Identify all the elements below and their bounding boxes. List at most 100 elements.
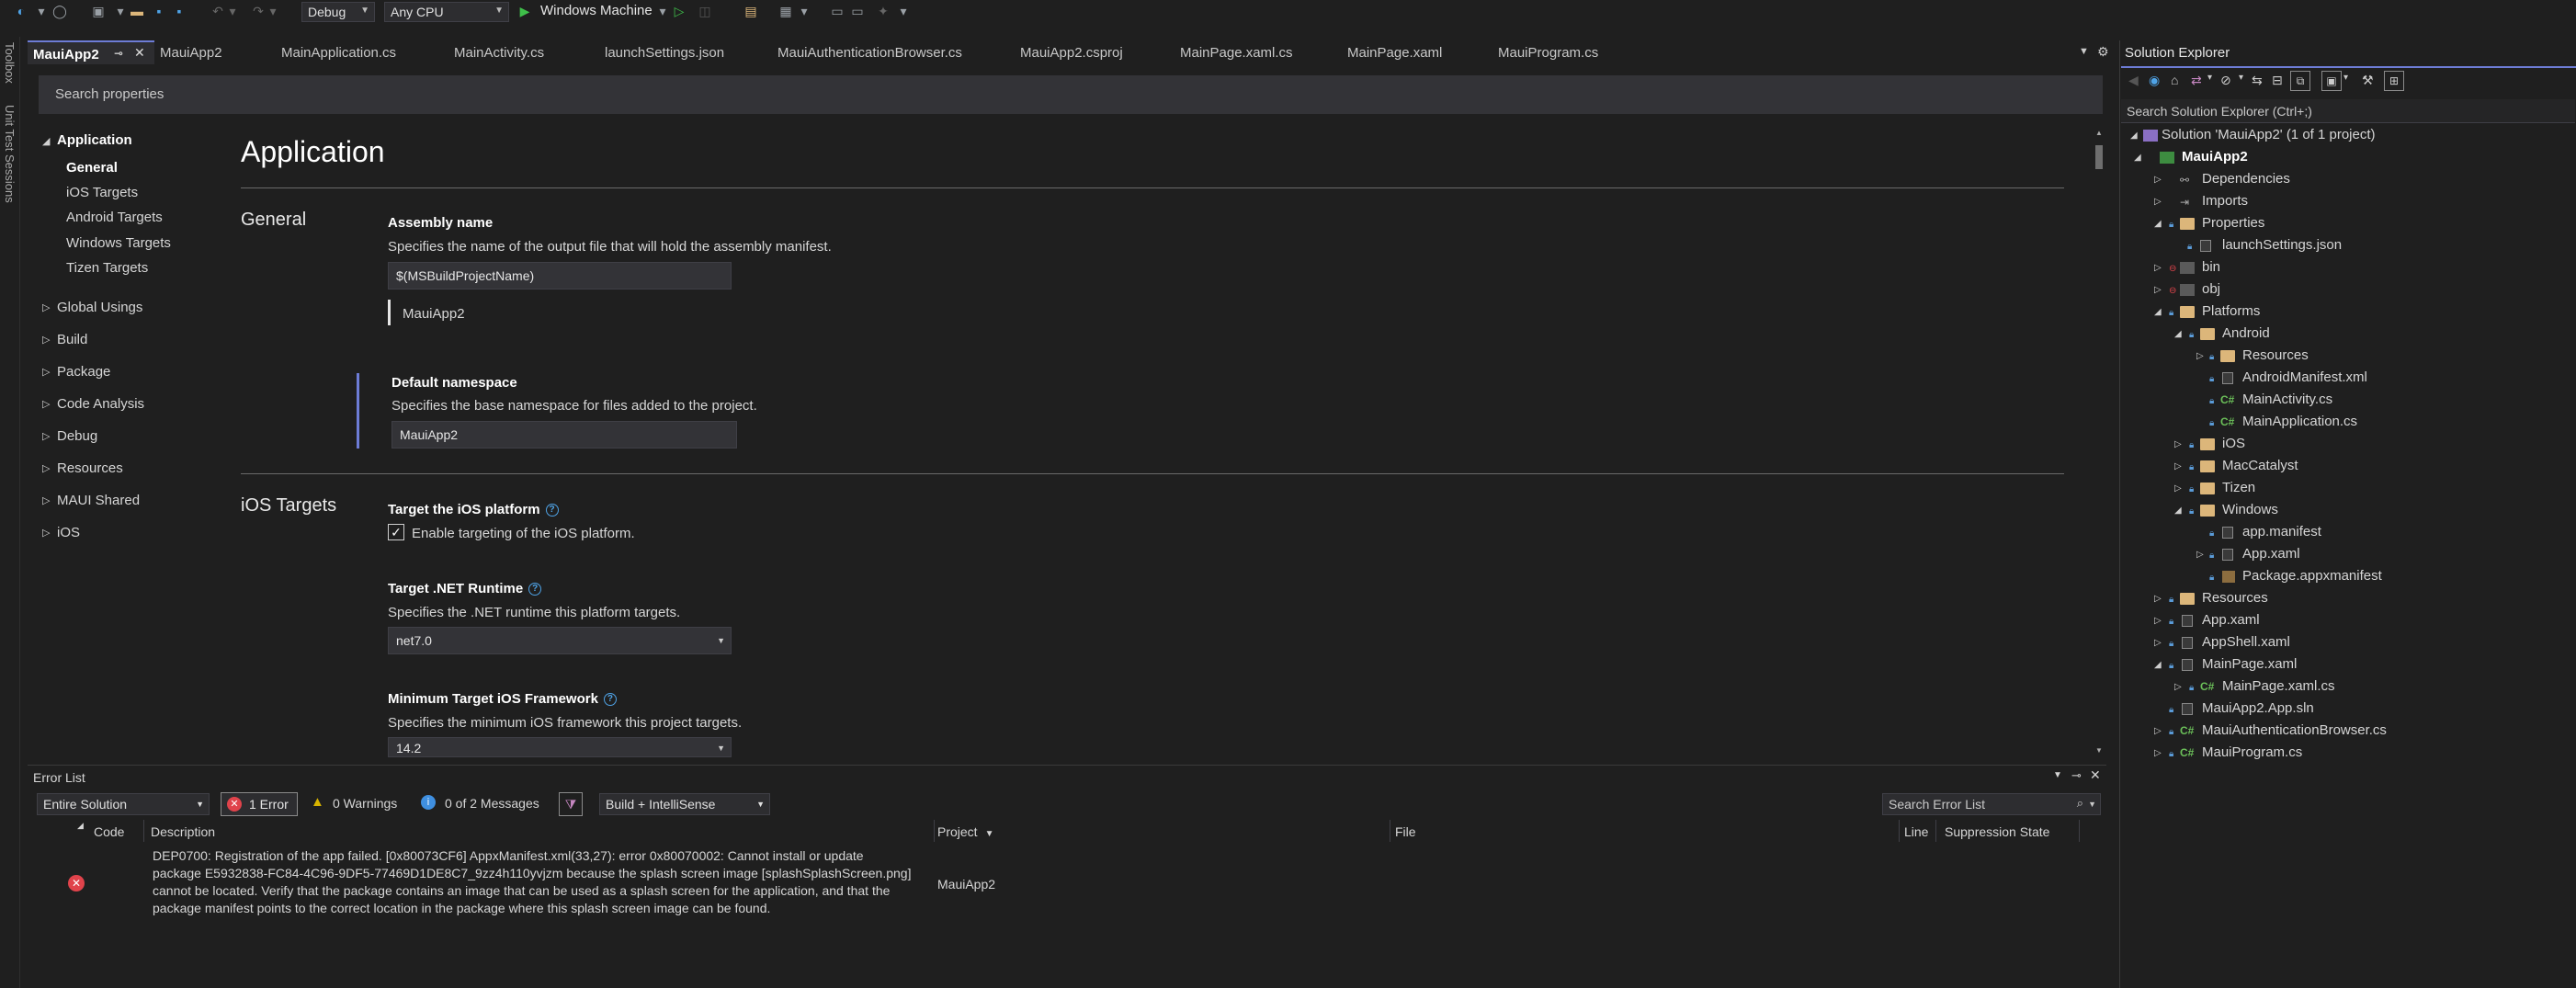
expanded-arrow-icon[interactable]: ◢ bbox=[2130, 131, 2138, 141]
panel-options-icon[interactable]: ▼ bbox=[2053, 770, 2062, 780]
tree-item-mauiauthenticationbrowser[interactable]: MauiAuthenticationBrowser.cs bbox=[2202, 722, 2387, 738]
undo-dropdown-icon[interactable]: ▾ bbox=[224, 3, 241, 19]
collapsed-arrow-icon[interactable]: ▷ bbox=[42, 430, 50, 442]
default-namespace-input[interactable]: MauiApp2 bbox=[392, 421, 737, 449]
column-file[interactable]: File bbox=[1395, 824, 1416, 839]
collapsed-arrow-icon[interactable]: ▷ bbox=[42, 527, 50, 539]
collapsed-arrow-icon[interactable]: ▷ bbox=[2174, 461, 2182, 471]
new-project-icon[interactable]: ▣ bbox=[90, 3, 107, 19]
collapsed-arrow-icon[interactable]: ▷ bbox=[42, 301, 50, 313]
nav-android-targets[interactable]: Android Targets bbox=[66, 210, 163, 225]
tree-item-package-appxmanifest[interactable]: Package.appxmanifest bbox=[2242, 568, 2382, 584]
back-icon[interactable]: ◀ bbox=[2128, 73, 2139, 88]
sync-icon[interactable]: ⇆ bbox=[2252, 73, 2263, 88]
scroll-down-icon[interactable]: ▼ bbox=[2095, 746, 2103, 755]
nav-tizen-targets[interactable]: Tizen Targets bbox=[66, 260, 148, 276]
preview-icon[interactable]: ▣ bbox=[2321, 71, 2342, 91]
expanded-arrow-icon[interactable]: ◢ bbox=[2154, 219, 2162, 229]
properties-wrench-icon[interactable]: ⚒ bbox=[2362, 73, 2374, 88]
collapsed-arrow-icon[interactable]: ▷ bbox=[2154, 748, 2162, 758]
toolbox-tab[interactable]: Toolbox bbox=[3, 42, 17, 84]
collapsed-arrow-icon[interactable]: ▷ bbox=[2154, 285, 2162, 295]
platform-dropdown[interactable]: Any CPU ▼ bbox=[384, 2, 509, 22]
collapsed-arrow-icon[interactable]: ▷ bbox=[2174, 682, 2182, 692]
collapsed-arrow-icon[interactable]: ▷ bbox=[42, 334, 50, 346]
run-dropdown-icon[interactable]: ▾ bbox=[654, 3, 671, 19]
tree-item-imports[interactable]: Imports bbox=[2202, 193, 2248, 209]
ios-enable-checkbox[interactable]: ✓ bbox=[388, 524, 404, 540]
help-icon[interactable]: ? bbox=[528, 583, 542, 596]
tree-item-ios[interactable]: iOS bbox=[2222, 436, 2245, 451]
device2-icon[interactable]: ▭ bbox=[849, 3, 866, 19]
scroll-up-icon[interactable]: ▲ bbox=[2095, 129, 2103, 137]
warnings-filter-button[interactable]: 0 Warnings bbox=[333, 796, 397, 811]
browse-folder-icon[interactable]: ▤ bbox=[743, 3, 759, 19]
collapsed-arrow-icon[interactable]: ▷ bbox=[2196, 550, 2204, 560]
tree-item-app-sln[interactable]: MauiApp2.App.sln bbox=[2202, 700, 2314, 716]
tree-item-app-xaml[interactable]: App.xaml bbox=[2202, 612, 2260, 628]
tree-item-solution[interactable]: Solution 'MauiApp2' (1 of 1 project) bbox=[2162, 127, 2376, 142]
pin-icon[interactable]: ⊸ bbox=[2071, 768, 2082, 783]
nav-debug[interactable]: Debug bbox=[57, 428, 97, 444]
tree-item-maccatalyst[interactable]: MacCatalyst bbox=[2222, 458, 2298, 473]
tab-mauiauthenticationbrowser[interactable]: MauiAuthenticationBrowser.cs bbox=[777, 40, 962, 64]
column-description[interactable]: Description bbox=[151, 824, 215, 839]
collapsed-arrow-icon[interactable]: ▷ bbox=[42, 462, 50, 474]
tab-mainpage-xaml-cs[interactable]: MainPage.xaml.cs bbox=[1180, 40, 1293, 64]
layout-dropdown-icon[interactable]: ▾ bbox=[796, 3, 812, 19]
messages-filter-button[interactable]: 0 of 2 Messages bbox=[445, 796, 539, 811]
collapsed-arrow-icon[interactable]: ▷ bbox=[2154, 638, 2162, 648]
nav-build[interactable]: Build bbox=[57, 332, 87, 347]
collapsed-arrow-icon[interactable]: ▷ bbox=[2154, 726, 2162, 736]
pending-changes-icon[interactable]: ⊘ bbox=[2220, 73, 2231, 88]
collapsed-arrow-icon[interactable]: ▷ bbox=[2154, 263, 2162, 273]
tree-item-mauiprogram[interactable]: MauiProgram.cs bbox=[2202, 744, 2302, 760]
search-error-list-input[interactable]: Search Error List ⌕ ▼ bbox=[1882, 793, 2101, 815]
help-icon[interactable]: ? bbox=[603, 693, 617, 707]
tree-item-bin[interactable]: bin bbox=[2202, 259, 2220, 275]
home-icon[interactable]: ⌂ bbox=[2171, 73, 2178, 87]
unit-test-sessions-tab[interactable]: Unit Test Sessions bbox=[3, 105, 17, 203]
show-all-files-icon[interactable]: ⧉ bbox=[2290, 71, 2310, 91]
collapse-all-icon[interactable]: ⊟ bbox=[2272, 73, 2283, 88]
collapsed-arrow-icon[interactable]: ▷ bbox=[2154, 197, 2162, 207]
pin-view-icon[interactable]: ⊞ bbox=[2384, 71, 2404, 91]
redo-dropdown-icon[interactable]: ▾ bbox=[265, 3, 281, 19]
nav-global-usings[interactable]: Global Usings bbox=[57, 300, 142, 315]
collapsed-arrow-icon[interactable]: ▷ bbox=[2174, 483, 2182, 494]
tree-item-project[interactable]: MauiApp2 bbox=[2182, 149, 2248, 165]
collapsed-arrow-icon[interactable]: ▷ bbox=[42, 494, 50, 506]
tab-mauiapp2[interactable]: MauiApp2 bbox=[160, 40, 222, 64]
configuration-dropdown[interactable]: Debug ▼ bbox=[301, 2, 375, 22]
expanded-arrow-icon[interactable]: ◢ bbox=[2134, 153, 2141, 163]
nav-application[interactable]: Application bbox=[57, 132, 132, 148]
search-solution-explorer-input[interactable]: Search Solution Explorer (Ctrl+;) bbox=[2121, 99, 2575, 123]
tab-overflow-icon[interactable]: ▼ bbox=[2079, 46, 2089, 57]
tree-item-obj[interactable]: obj bbox=[2202, 281, 2220, 297]
tree-item-windows-app-xaml[interactable]: App.xaml bbox=[2242, 546, 2300, 562]
tree-item-mainactivity[interactable]: MainActivity.cs bbox=[2242, 392, 2332, 407]
forward-icon[interactable]: ◉ bbox=[2149, 73, 2160, 88]
start-without-debug-icon[interactable]: ▷ bbox=[671, 3, 687, 19]
tab-mauiapp2-properties[interactable]: MauiApp2 ⊸ ✕ bbox=[28, 40, 154, 64]
dropdown-icon[interactable]: ▾ bbox=[2343, 73, 2348, 83]
tree-item-properties[interactable]: Properties bbox=[2202, 215, 2264, 231]
expanded-arrow-icon[interactable]: ◢ bbox=[2154, 660, 2162, 670]
collapsed-arrow-icon[interactable]: ▷ bbox=[2154, 594, 2162, 604]
properties-scrollbar[interactable]: ▲ ▼ bbox=[2094, 129, 2105, 758]
dropdown-icon[interactable]: ▾ bbox=[112, 3, 129, 19]
nav-ios-targets[interactable]: iOS Targets bbox=[66, 185, 138, 200]
tree-item-mainpage-xaml-cs[interactable]: MainPage.xaml.cs bbox=[2222, 678, 2335, 694]
toolbar-overflow-icon[interactable]: ▾ bbox=[895, 3, 912, 19]
tree-item-mainapplication[interactable]: MainApplication.cs bbox=[2242, 414, 2357, 429]
tab-launchsettings[interactable]: launchSettings.json bbox=[605, 40, 724, 64]
save-icon[interactable]: ▪ bbox=[151, 3, 167, 19]
tab-mainapplication[interactable]: MainApplication.cs bbox=[281, 40, 396, 64]
close-icon[interactable]: ✕ bbox=[134, 45, 145, 61]
nav-resources[interactable]: Resources bbox=[57, 460, 123, 476]
tree-item-tizen[interactable]: Tizen bbox=[2222, 480, 2255, 495]
tree-item-windows[interactable]: Windows bbox=[2222, 502, 2278, 517]
tree-item-android[interactable]: Android bbox=[2222, 325, 2270, 341]
expanded-arrow-icon[interactable]: ◢ bbox=[42, 135, 50, 147]
tree-item-launchsettings[interactable]: launchSettings.json bbox=[2222, 237, 2342, 253]
